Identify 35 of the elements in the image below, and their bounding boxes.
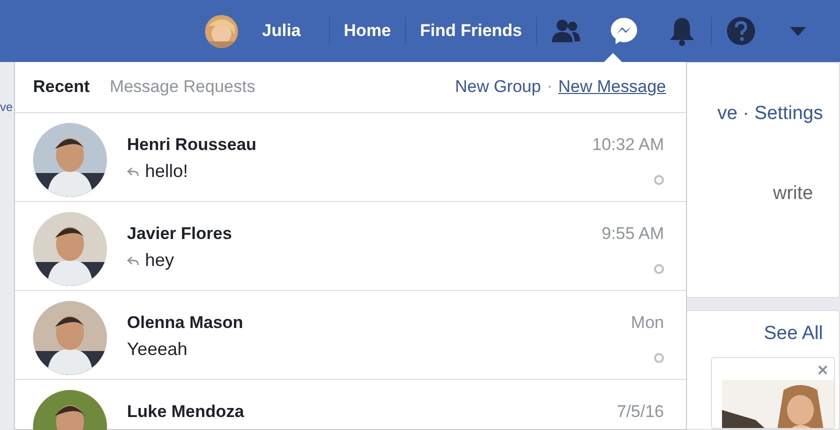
reply-icon (127, 166, 139, 176)
message-snippet: Yeeeah (127, 339, 188, 360)
message-time: 7/5/16 (616, 402, 664, 422)
mark-read-button[interactable] (654, 175, 664, 185)
message-snippet: hey (145, 250, 174, 271)
message-snippet: hello! (145, 161, 188, 182)
messenger-icon[interactable] (609, 16, 639, 46)
nav-link[interactable]: Home (330, 21, 405, 41)
message-time: Mon (630, 313, 664, 333)
link-text[interactable]: ve (0, 100, 13, 114)
mark-read-button[interactable] (654, 353, 664, 363)
conversation-item[interactable]: Luke Mendoza 7/5/16 (15, 380, 686, 430)
reply-icon (127, 256, 139, 266)
menu-link[interactable]: New Group (454, 77, 541, 97)
message-time: 10:32 AM (592, 135, 664, 155)
message-time: 9:55 AM (602, 224, 664, 244)
help-icon[interactable] (726, 16, 756, 46)
conversation-item[interactable]: Henri Rousseau hello! 10:32 AM (15, 113, 686, 202)
separator-text: · (546, 78, 552, 96)
settings-link[interactable]: ve · Settings (717, 103, 823, 125)
menu-link[interactable]: New Message (558, 77, 666, 97)
profile-link[interactable]: Julia (248, 21, 315, 41)
conversation-item[interactable]: Javier Flores hey 9:55 AM (15, 202, 686, 291)
conversation-item[interactable]: Olenna Mason Yeeeah Mon (15, 291, 686, 380)
nav-link[interactable]: Find Friends (406, 21, 536, 41)
bell-icon[interactable] (667, 16, 697, 46)
caret-icon[interactable] (790, 26, 806, 36)
contact-name: Luke Mendoza (127, 402, 246, 422)
mark-read-button[interactable] (654, 264, 664, 274)
contact-name: Olenna Mason (127, 313, 244, 333)
tab[interactable]: Recent (33, 77, 90, 97)
see-all-link[interactable]: See All (764, 323, 823, 345)
contact-name: Henri Rousseau (127, 135, 258, 155)
contact-name: Javier Flores (127, 224, 233, 244)
card-text: write (772, 183, 814, 205)
